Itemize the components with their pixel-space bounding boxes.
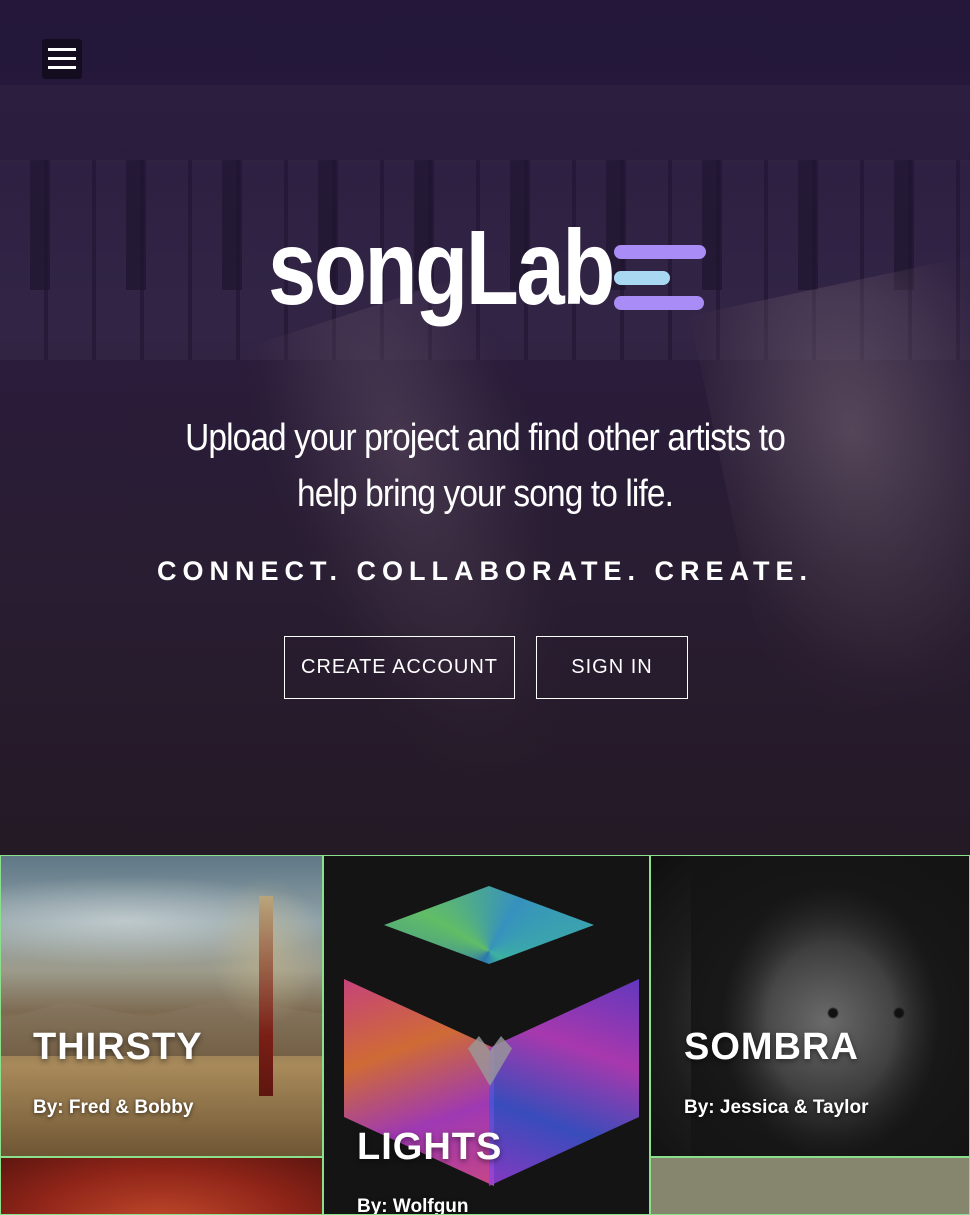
- project-artists: By: Jessica & Taylor: [684, 1097, 869, 1118]
- card-image-tree: [259, 896, 273, 1096]
- menu-bar: [48, 48, 76, 51]
- project-card-sombra[interactable]: SOMBRA By: Jessica & Taylor: [650, 855, 970, 1157]
- sign-in-button[interactable]: SIGN IN: [536, 636, 688, 699]
- site-logo[interactable]: songLab: [268, 215, 708, 345]
- hero-tagline: Upload your project and find other artis…: [185, 417, 786, 515]
- logo-bar: [614, 271, 670, 285]
- project-title: THIRSTY: [33, 1026, 203, 1068]
- project-grid: THIRSTY By: Fred & Bobby LIGHTS By: Wolf…: [0, 855, 970, 1215]
- project-artists: By: Wolfgun: [357, 1196, 469, 1215]
- logo-bar: [614, 296, 704, 310]
- project-title: LIGHTS: [357, 1126, 503, 1168]
- project-card-partial[interactable]: [0, 1157, 323, 1215]
- logo-bar: [614, 245, 706, 259]
- project-artists: By: Fred & Bobby: [33, 1097, 194, 1118]
- project-card-thirsty[interactable]: THIRSTY By: Fred & Bobby: [0, 855, 323, 1157]
- logo-wordmark: songLab: [268, 209, 615, 327]
- cube-face: [489, 979, 639, 1186]
- hero-section: songLab Upload your project and find oth…: [0, 0, 970, 855]
- cube-face: [384, 886, 594, 964]
- project-card-lights[interactable]: LIGHTS By: Wolfgun: [323, 855, 650, 1215]
- menu-bar: [48, 57, 76, 60]
- hamburger-menu-icon[interactable]: [42, 39, 82, 79]
- create-account-button[interactable]: CREATE ACCOUNT: [284, 636, 515, 699]
- logo-bars-icon: [614, 245, 706, 311]
- project-card-partial[interactable]: [650, 1157, 970, 1215]
- project-title: SOMBRA: [684, 1026, 859, 1068]
- menu-bar: [48, 66, 76, 69]
- hero-slogan: CONNECT. COLLABORATE. CREATE.: [157, 556, 813, 586]
- card-image-face: [811, 1006, 921, 1020]
